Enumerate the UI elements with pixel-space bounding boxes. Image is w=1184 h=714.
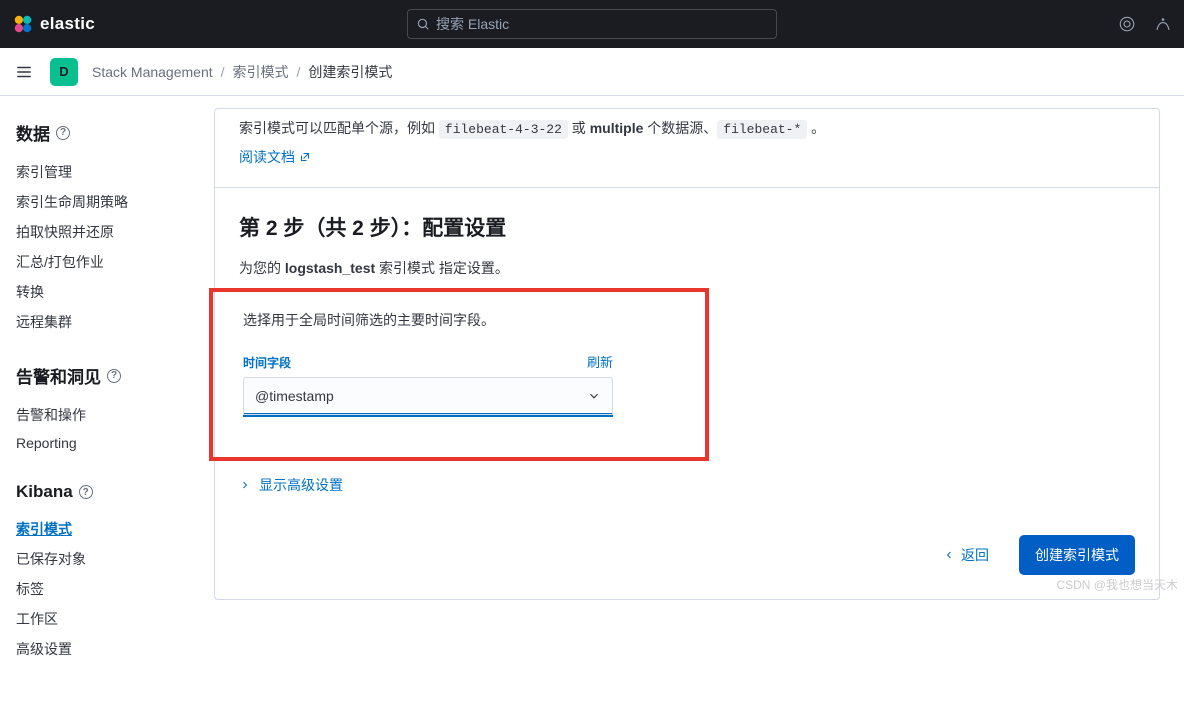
global-search[interactable]: 搜索 Elastic [407, 9, 777, 39]
newsfeed-icon[interactable] [1118, 15, 1136, 33]
sidebar-item[interactable]: 拍取快照并还原 [16, 217, 182, 247]
code-example: filebeat-* [717, 120, 807, 139]
chevron-left-icon [943, 549, 955, 561]
header-actions [1118, 15, 1172, 33]
breadcrumb-item[interactable]: 索引模式 [233, 62, 289, 82]
sidebar-item[interactable]: 转换 [16, 277, 182, 307]
back-button[interactable]: 返回 [931, 537, 1001, 573]
sidebar-item-index-patterns[interactable]: 索引模式 [16, 514, 182, 544]
help-icon[interactable]: ? [107, 369, 121, 383]
sidebar-item[interactable]: 索引生命周期策略 [16, 187, 182, 217]
external-link-icon [299, 151, 311, 163]
sidebar-item[interactable]: 标签 [16, 574, 182, 604]
create-index-pattern-button[interactable]: 创建索引模式 [1019, 535, 1135, 575]
highlight-box: 选择用于全局时间筛选的主要时间字段。 时间字段 刷新 @timestamp [209, 288, 709, 461]
brand-logo[interactable]: elastic [12, 13, 95, 35]
sidebar-item[interactable]: Reporting [16, 430, 182, 456]
brand-name: elastic [40, 14, 95, 34]
breadcrumb-current: 创建索引模式 [308, 62, 392, 82]
sidebar-item[interactable]: 工作区 [16, 604, 182, 634]
sidebar-item[interactable]: 高级设置 [16, 634, 182, 664]
footer-actions: 返回 创建索引模式 [239, 535, 1135, 575]
main-content: 索引模式可以匹配单个源，例如 filebeat-4-3-22 或 multipl… [190, 96, 1184, 714]
help-icon[interactable]: ? [79, 485, 93, 499]
menu-icon [15, 63, 33, 81]
create-index-pattern-panel: 索引模式可以匹配单个源，例如 filebeat-4-3-22 或 multipl… [214, 108, 1160, 600]
sidebar-item[interactable]: 远程集群 [16, 307, 182, 337]
elastic-logo-icon [12, 13, 34, 35]
divider [215, 187, 1159, 188]
sidebar-item[interactable]: 告警和操作 [16, 400, 182, 430]
chevron-right-icon [239, 479, 251, 491]
time-field-value: @timestamp [255, 388, 334, 404]
intro-text: 索引模式可以匹配单个源，例如 filebeat-4-3-22 或 multipl… [239, 117, 1135, 141]
search-placeholder: 搜索 Elastic [436, 14, 509, 34]
time-field-desc: 选择用于全局时间筛选的主要时间字段。 [243, 310, 693, 330]
time-field-label: 时间字段 [243, 354, 291, 371]
watermark: CSDN @我也想当天木 [1056, 576, 1178, 593]
code-example: filebeat-4-3-22 [439, 120, 568, 139]
management-sidebar: 数据? 索引管理 索引生命周期策略 拍取快照并还原 汇总/打包作业 转换 远程集… [0, 96, 190, 714]
help-icon[interactable]: ? [56, 126, 70, 140]
time-field-select[interactable]: @timestamp [243, 377, 613, 417]
sidebar-item[interactable]: 汇总/打包作业 [16, 247, 182, 277]
specify-text: 为您的 logstash_test 索引模式 指定设置。 [239, 258, 1135, 278]
sidebar-group-title: Kibana? [16, 482, 182, 502]
sub-header: D Stack Management / 索引模式 / 创建索引模式 [0, 48, 1184, 96]
step-title: 第 2 步（共 2 步）：配置设置 [239, 212, 1135, 242]
search-icon [416, 17, 430, 31]
chevron-down-icon [587, 389, 601, 403]
help-icon[interactable] [1154, 15, 1172, 33]
refresh-link[interactable]: 刷新 [587, 352, 613, 371]
breadcrumb: Stack Management / 索引模式 / 创建索引模式 [92, 62, 392, 82]
sidebar-item[interactable]: 已保存对象 [16, 544, 182, 574]
show-advanced-toggle[interactable]: 显示高级设置 [239, 475, 1135, 495]
read-docs-link[interactable]: 阅读文档 [239, 147, 311, 167]
sidebar-group-title: 数据? [16, 120, 182, 145]
sidebar-group-title: 告警和洞见? [16, 363, 182, 388]
sidebar-item[interactable]: 索引管理 [16, 157, 182, 187]
space-avatar[interactable]: D [50, 58, 78, 86]
breadcrumb-item[interactable]: Stack Management [92, 64, 213, 80]
global-header: elastic 搜索 Elastic [0, 0, 1184, 48]
nav-toggle-button[interactable] [12, 60, 36, 84]
